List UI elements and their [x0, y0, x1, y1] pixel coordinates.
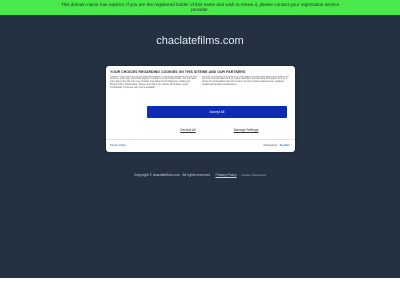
consent-partners-title: WE AND OUR PARTNERS	[202, 70, 246, 74]
copyright-text: Copyright © chaclatefilms.com . All righ…	[133, 173, 211, 177]
consent-dialog-footer: Privacy Policy Powered by TrustArc	[106, 139, 295, 152]
trustarc-logo: TrustArc	[279, 144, 290, 147]
footer-privacy-policy-link[interactable]: Privacy Policy	[215, 173, 236, 177]
consent-choices-text: Please choose whether this site may use …	[110, 75, 198, 90]
domain-name-heading: chaclatefilms.com	[156, 35, 244, 47]
consent-partners-text: We and our partners use Cookies to store…	[202, 75, 289, 87]
powered-by-badge: Powered by TrustArc	[264, 144, 290, 147]
accept-all-button[interactable]: Accept All	[147, 106, 287, 118]
page-footer: Copyright © chaclatefilms.com . All righ…	[0, 173, 400, 177]
parked-domain-page: This domain name has expired. If you are…	[0, 0, 400, 278]
consent-choices-title: YOUR CHOICES REGARDING COOKIES ON THIS S…	[110, 70, 202, 74]
cookie-consent-dialog: YOUR CHOICES REGARDING COOKIES ON THIS S…	[106, 66, 295, 152]
decline-all-button[interactable]: Decline All	[168, 127, 208, 132]
footer-cookie-preferences-link[interactable]: Cookie Preferences	[242, 173, 267, 177]
manage-settings-button[interactable]: Manage Settings	[226, 127, 266, 132]
consent-privacy-link[interactable]: Privacy Policy	[110, 144, 126, 147]
consent-choices-section: YOUR CHOICES REGARDING COOKIES ON THIS S…	[110, 70, 202, 98]
powered-by-label: Powered by	[263, 144, 278, 147]
expired-notice-text: This domain name has expired. If you are…	[60, 1, 340, 12]
consent-partners-section: WE AND OUR PARTNERS We and our partners …	[202, 70, 291, 98]
expired-notice-banner: This domain name has expired. If you are…	[0, 0, 400, 15]
